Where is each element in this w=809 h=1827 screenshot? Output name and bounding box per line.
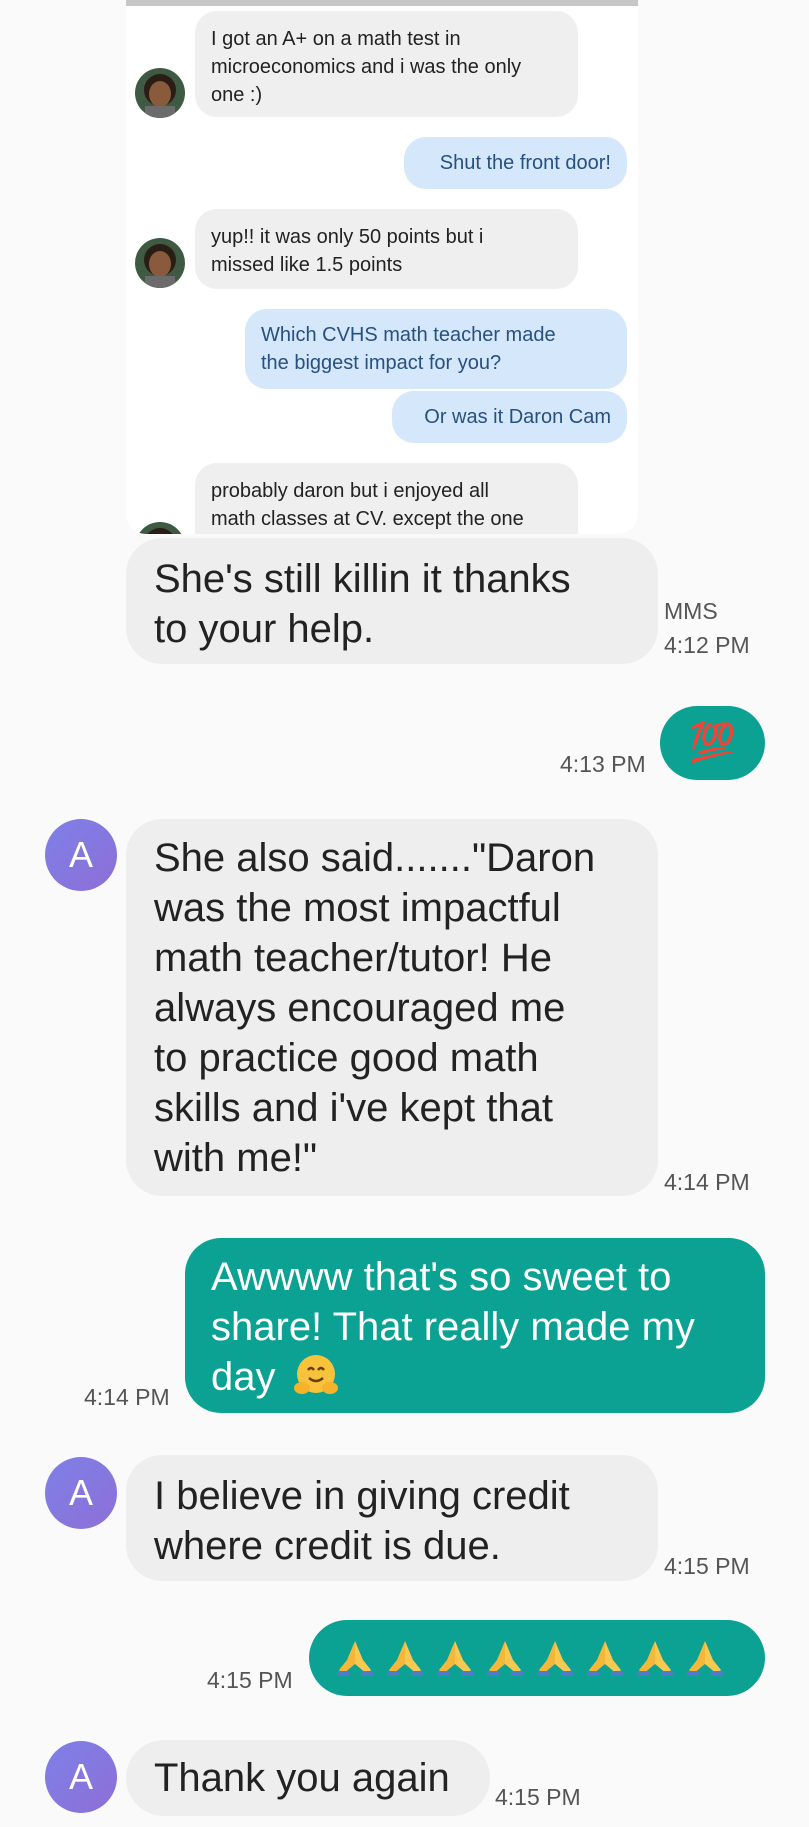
message-timestamp: 4:15 PM [207,1667,293,1693]
mms-label: MMS [664,598,718,624]
contact-avatar-photo [135,68,185,118]
screenshot-top-edge [126,0,638,6]
incoming-message-bubble[interactable]: She's still killin it thanks to your hel… [126,538,658,664]
message-timestamp: 4:12 PM [664,632,750,658]
message-text: where credit is due. [154,1524,501,1568]
message-text: share! That really made my [211,1305,695,1349]
folded-hands-icon [685,1638,725,1678]
message-timestamp: 4:14 PM [664,1169,750,1195]
contact-avatar[interactable]: A [45,1457,117,1529]
outgoing-message-bubble[interactable]: Awwww that's so sweet to share! That rea… [185,1238,765,1413]
message-text: day [211,1355,276,1399]
message-text: Thank you again [154,1756,450,1800]
folded-hands-icon [585,1638,625,1678]
screenshot-message: Or was it Daron Cam [392,391,627,443]
message-timestamp: 4:14 PM [84,1384,170,1410]
screenshot-message: yup!! it was only 50 points but i missed… [195,209,578,289]
message-text: skills and i've kept that [154,1086,553,1130]
message-text: to practice good math [154,1036,539,1080]
message-text: I believe in giving credit [154,1474,570,1518]
message-timestamp: 4:15 PM [664,1553,750,1579]
outgoing-message-bubble[interactable]: 💯 [660,706,765,780]
message-text: was the most impactful [154,886,561,930]
hundred-points-emoji: 💯 [688,722,737,764]
attached-screenshot-image[interactable]: I got an A+ on a math test in microecono… [126,0,638,534]
outgoing-message-bubble[interactable] [309,1620,765,1696]
contact-avatar[interactable]: A [45,1741,117,1813]
folded-hands-icon [335,1638,375,1678]
contact-avatar-photo [135,522,185,534]
message-text: always encouraged me [154,986,566,1030]
incoming-message-bubble[interactable]: Thank you again [126,1740,490,1816]
contact-avatar-photo [135,238,185,288]
incoming-message-bubble[interactable]: I believe in giving credit where credit … [126,1455,658,1581]
screenshot-message: probably daron but i enjoyed all math cl… [195,463,578,534]
folded-hands-icon [385,1638,425,1678]
folded-hands-icon [435,1638,475,1678]
message-text: math teacher/tutor! He [154,936,552,980]
message-text: to your help. [154,607,375,651]
message-timestamp: 4:13 PM [560,751,646,777]
screenshot-message: Which CVHS math teacher made the biggest… [245,309,627,389]
message-text: Awwww that's so sweet to [211,1255,672,1299]
message-timestamp: 4:15 PM [495,1784,581,1810]
hugging-face-icon [293,1352,339,1398]
message-text: She's still killin it thanks [154,557,571,601]
folded-hands-icon [635,1638,675,1678]
screenshot-message: Shut the front door! [404,137,627,189]
folded-hands-icon [485,1638,525,1678]
message-text: with me!" [154,1136,318,1180]
folded-hands-icon [535,1638,575,1678]
contact-avatar[interactable]: A [45,819,117,891]
incoming-message-bubble[interactable]: She also said......."Daron was the most … [126,819,658,1196]
message-text: She also said......."Daron [154,836,596,880]
screenshot-message: I got an A+ on a math test in microecono… [195,11,578,117]
